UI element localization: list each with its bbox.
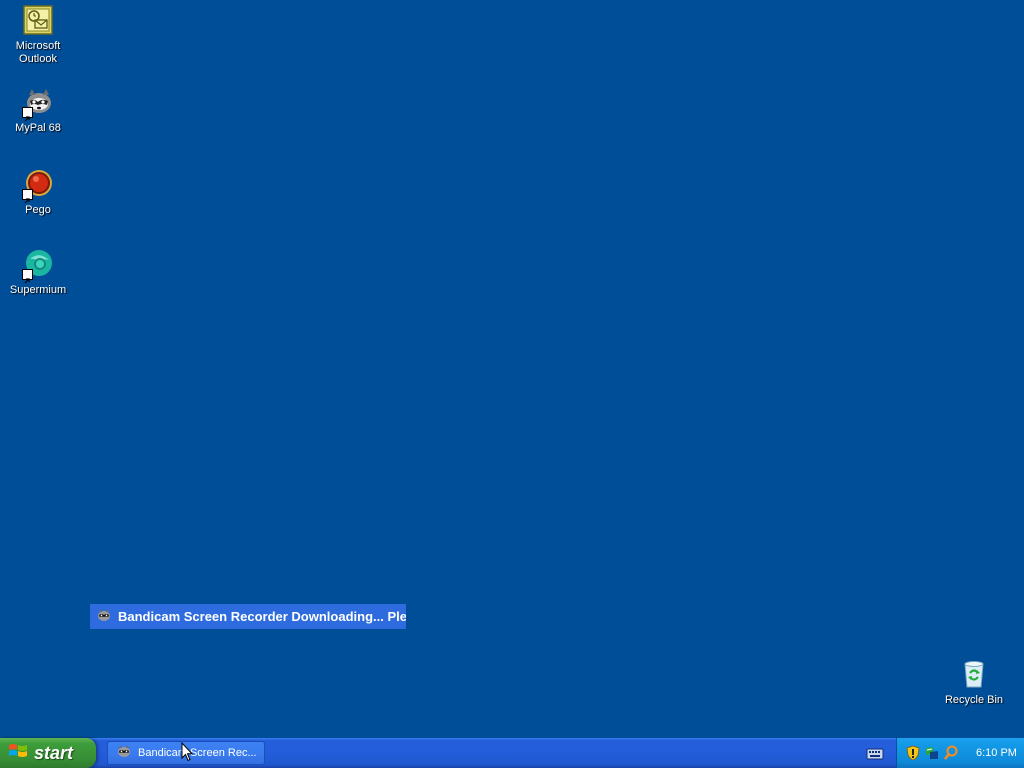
desktop-icon-recycle-bin[interactable]: Recycle Bin — [936, 658, 1012, 707]
desktop-icon-pego[interactable]: Pego — [0, 168, 76, 217]
window-title: Bandicam Screen Recorder Downloading... … — [118, 609, 406, 624]
recycle-bin-icon — [958, 658, 990, 690]
security-shield-icon[interactable] — [905, 745, 921, 761]
mouse-cursor-icon — [181, 741, 194, 762]
start-button[interactable]: start — [0, 738, 96, 768]
start-label: start — [34, 742, 74, 763]
supermium-icon — [22, 248, 54, 284]
search-magnifier-icon[interactable] — [943, 745, 959, 761]
desktop-icon-label: MyPal 68 — [15, 122, 61, 134]
taskbar: start Bandicam Screen Rec... 6:10 PM — [0, 738, 1024, 768]
pego-icon — [22, 168, 54, 204]
keyboard-icon[interactable] — [866, 746, 884, 760]
bandicam-raccoon-icon — [116, 743, 132, 763]
windows-logo-icon — [8, 742, 28, 764]
bandicam-raccoon-icon — [96, 607, 112, 627]
network-icon[interactable] — [924, 745, 940, 761]
outlook-icon — [22, 4, 54, 36]
shortcut-arrow-icon — [22, 107, 33, 122]
desktop-icon-microsoft-outlook[interactable]: Microsoft Outlook — [0, 4, 76, 66]
system-tray: 6:10 PM — [896, 738, 1024, 768]
shortcut-arrow-icon — [22, 189, 33, 204]
raccoon-icon — [22, 86, 54, 122]
desktop-icon-mypal[interactable]: MyPal 68 — [0, 86, 76, 135]
desktop-icon-label: Recycle Bin — [944, 694, 1004, 706]
taskbar-clock[interactable]: 6:10 PM — [976, 747, 1017, 759]
shortcut-arrow-icon — [22, 269, 33, 284]
desktop-icon-supermium[interactable]: Supermium — [0, 248, 76, 297]
desktop-icon-label: Pego — [25, 204, 51, 216]
taskbar-item-label: Bandicam Screen Rec... — [138, 747, 257, 759]
desktop-icon-label: Supermium — [9, 284, 67, 296]
dragging-window-titlebar[interactable]: Bandicam Screen Recorder Downloading... … — [90, 604, 406, 629]
desktop-icon-label: Microsoft Outlook — [15, 40, 61, 65]
